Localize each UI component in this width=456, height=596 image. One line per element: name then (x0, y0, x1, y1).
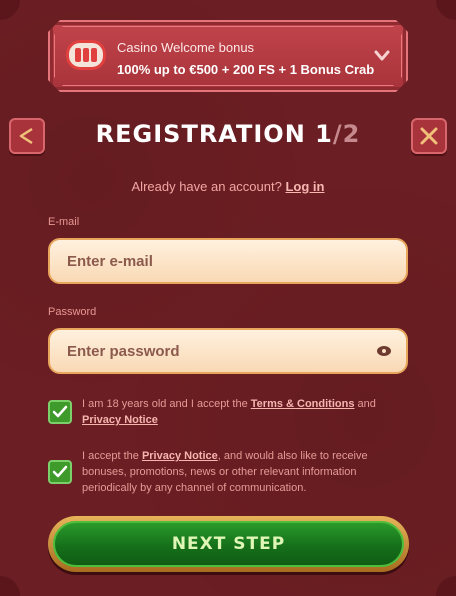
password-field[interactable]: Enter password (48, 328, 408, 374)
login-prompt: Already have an account? (131, 179, 282, 194)
password-placeholder: Enter password (67, 342, 180, 360)
terms-link[interactable]: Terms & Conditions (251, 398, 355, 410)
slot-machine-icon (66, 40, 106, 70)
title-step-total: /2 (332, 120, 361, 148)
close-button[interactable] (411, 118, 447, 154)
email-field[interactable]: Enter e-mail (48, 238, 408, 284)
consent-text: and (354, 398, 376, 410)
title-main: REGISTRATION 1 (95, 120, 333, 148)
privacy-notice-link[interactable]: Privacy Notice (82, 414, 158, 426)
login-link[interactable]: Log in (285, 179, 324, 194)
next-step-button[interactable]: NEXT STEP (48, 516, 409, 572)
eye-icon[interactable] (376, 345, 392, 357)
age-terms-checkbox[interactable] (48, 400, 72, 424)
bonus-title: Casino Welcome bonus (117, 40, 255, 55)
chevron-down-icon[interactable] (374, 50, 390, 62)
welcome-bonus-selector[interactable]: Casino Welcome bonus 100% up to €500 + 2… (48, 20, 408, 92)
page-title: REGISTRATION 1/2 (0, 120, 456, 148)
email-label: E-mail (48, 216, 80, 228)
login-prompt-line: Already have an account? Log in (0, 179, 456, 194)
marketing-consent-text: I accept the Privacy Notice, and would a… (82, 448, 382, 496)
consent-text: I am 18 years old and I accept the (82, 398, 251, 410)
privacy-notice-link[interactable]: Privacy Notice (142, 450, 218, 462)
bonus-frame (54, 26, 402, 86)
next-step-label: NEXT STEP (53, 521, 404, 567)
bonus-description: 100% up to €500 + 200 FS + 1 Bonus Crab (117, 62, 375, 77)
password-label: Password (48, 306, 97, 318)
checkmark-icon (52, 465, 68, 478)
email-placeholder: Enter e-mail (67, 252, 153, 270)
age-terms-consent-text: I am 18 years old and I accept the Terms… (82, 396, 382, 428)
consent-text: I accept the (82, 450, 142, 462)
checkmark-icon (52, 405, 68, 418)
marketing-consent-checkbox[interactable] (48, 460, 72, 484)
close-icon (420, 127, 438, 145)
